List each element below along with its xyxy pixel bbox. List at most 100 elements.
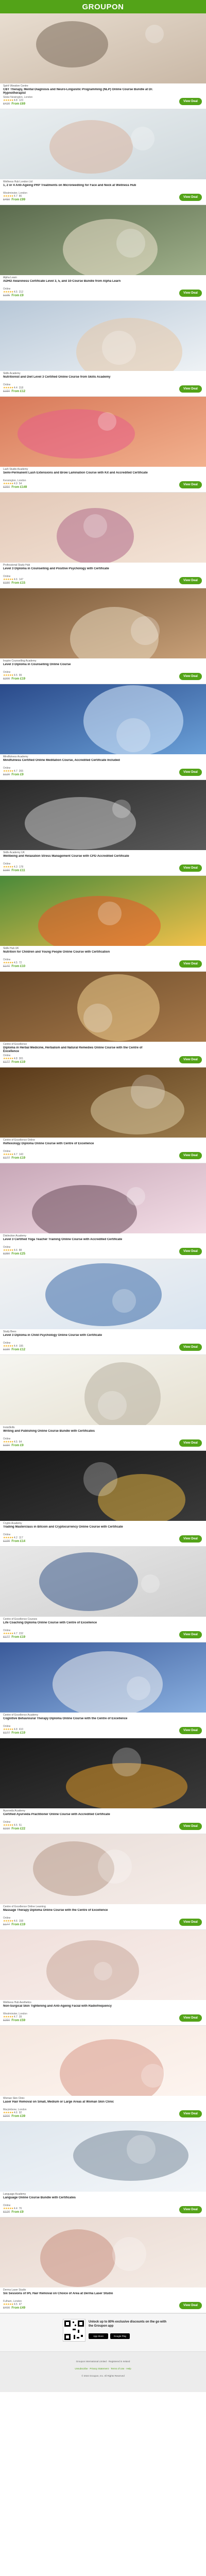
deal-card[interactable]: Wellness Hub Aesthetics Non-Surgical Skin… — [0, 1930, 206, 2026]
deal-image[interactable] — [0, 397, 206, 467]
deal-image[interactable] — [0, 684, 206, 754]
deal-card[interactable]: InstaSkills Writing and Publishing Online… — [0, 1355, 206, 1451]
deal-card[interactable]: Lash Studio Academy Semi-Permanent Lash E… — [0, 397, 206, 493]
view-deal-button[interactable]: View Deal — [179, 769, 202, 776]
deal-title[interactable]: Nutrition for Children and Young People … — [3, 951, 158, 958]
deal-title[interactable]: Semi-Permanent Lash Extensions and Brow … — [3, 471, 158, 479]
view-deal-button[interactable]: View Deal — [179, 2110, 202, 2117]
deal-image[interactable] — [0, 780, 206, 850]
google-play-badge[interactable]: Google Play — [110, 2333, 130, 2339]
deal-card[interactable]: Centre of Excellence Online Reflexology D… — [0, 1067, 206, 1163]
deal-card[interactable]: Alpha Learn ADHD Awareness Certificate Le… — [0, 205, 206, 301]
deal-card[interactable]: Language Academy Language Online Course B… — [0, 2122, 206, 2217]
view-deal-button[interactable]: View Deal — [179, 2014, 202, 2022]
view-deal-button[interactable]: View Deal — [179, 673, 202, 680]
deal-card[interactable]: Mindfulness Academy Mindfulness Certified… — [0, 684, 206, 780]
deal-image[interactable] — [0, 1930, 206, 2000]
view-deal-button[interactable]: View Deal — [179, 2206, 202, 2213]
groupon-logo[interactable]: GROUPON — [82, 3, 124, 11]
view-deal-button[interactable]: View Deal — [179, 865, 202, 872]
deal-image[interactable] — [0, 205, 206, 275]
deal-card[interactable]: Study Bees Level 3 Diploma in Child Psych… — [0, 1259, 206, 1355]
view-deal-button[interactable]: View Deal — [179, 98, 202, 105]
view-deal-button[interactable]: View Deal — [179, 1535, 202, 1543]
deal-image[interactable] — [0, 588, 206, 658]
view-deal-button[interactable]: View Deal — [179, 1727, 202, 1734]
deal-image[interactable] — [0, 1834, 206, 1904]
deal-image[interactable] — [0, 2122, 206, 2192]
deal-card[interactable]: Centre of Excellence Diploma in Herbal Me… — [0, 972, 206, 1067]
deal-card[interactable]: Distinction Academy Level 3 Certified Yog… — [0, 1163, 206, 1259]
deal-title[interactable]: 1, 2 or 4 Anti-Ageing PRP Treatments on … — [3, 184, 158, 191]
deal-image[interactable] — [0, 1067, 206, 1138]
deal-title[interactable]: Cognitive Behavioural Therapy Diploma On… — [3, 1717, 158, 1724]
view-deal-button[interactable]: View Deal — [179, 2302, 202, 2309]
view-deal-button[interactable]: View Deal — [179, 385, 202, 393]
deal-title[interactable]: Certified Ayurveda Practitioner Online C… — [3, 1813, 158, 1820]
view-deal-button[interactable]: View Deal — [179, 577, 202, 584]
deal-card[interactable]: Inspire Counselling Academy Level 3 Diplo… — [0, 588, 206, 684]
view-deal-button[interactable]: View Deal — [179, 1056, 202, 1063]
deal-image[interactable] — [0, 1451, 206, 1521]
deal-title[interactable]: ADHD Awareness Certificate Level 3, 5, a… — [3, 280, 158, 287]
deal-title[interactable]: Mindfulness Certified Online Meditation … — [3, 759, 158, 766]
view-deal-button[interactable]: View Deal — [179, 194, 202, 201]
deal-title[interactable]: Non-Surgical Skin Tightening and Anti-Ag… — [3, 2005, 158, 2012]
view-deal-button[interactable]: View Deal — [179, 1344, 202, 1351]
deal-title[interactable]: Diploma in Herbal Medicine, Herbalism an… — [3, 1046, 158, 1054]
deal-title[interactable]: Reflexology Diploma Online Course with C… — [3, 1142, 158, 1149]
deal-card[interactable]: Crypto Academy Trading Masterclass in Bit… — [0, 1451, 206, 1547]
deal-image[interactable] — [0, 1547, 206, 1617]
view-deal-button[interactable]: View Deal — [179, 1631, 202, 1638]
deal-image[interactable] — [0, 1355, 206, 1425]
view-deal-button[interactable]: View Deal — [179, 481, 202, 488]
deal-card[interactable]: Centre of Excellence Online Learning Mass… — [0, 1834, 206, 1930]
view-deal-button[interactable]: View Deal — [179, 1152, 202, 1159]
deal-card[interactable]: Wellness Hub London Ltd 1, 2 or 4 Anti-Ag… — [0, 109, 206, 205]
deal-title[interactable]: CBT Therapy, Mental Diagnosis and Neuro-… — [3, 88, 158, 95]
deal-card[interactable]: Centre of Excellence Academy Cognitive Be… — [0, 1642, 206, 1738]
view-deal-button[interactable]: View Deal — [179, 290, 202, 297]
deal-card[interactable]: Woman Skin Clinic Laser Hair Removal on S… — [0, 2026, 206, 2122]
deal-image[interactable] — [0, 1163, 206, 1233]
deal-image[interactable] — [0, 301, 206, 371]
view-deal-button[interactable]: View Deal — [179, 960, 202, 968]
deal-card[interactable]: Skills Hub UK Nutrition for Children and … — [0, 876, 206, 972]
view-deal-button[interactable]: View Deal — [179, 1919, 202, 1926]
deal-image[interactable] — [0, 1738, 206, 1808]
deal-image[interactable] — [0, 109, 206, 179]
deal-title[interactable]: Laser Hair Removal on Small, Medium or L… — [3, 2100, 158, 2108]
deal-title[interactable]: Life Coaching Diploma Online Course with… — [3, 1621, 158, 1629]
deal-title[interactable]: Writing and Publishing Online Course Bun… — [3, 1430, 158, 1437]
deal-card[interactable]: Skills Academy Nutritionist and Diet Leve… — [0, 301, 206, 397]
app-store-badge[interactable]: App Store — [89, 2333, 108, 2339]
deal-title[interactable]: Six Sessions of IPL Hair Removal on Choi… — [3, 2292, 158, 2299]
deal-title[interactable]: Level 3 Certified Yoga Teacher Training … — [3, 1238, 158, 1245]
deal-card[interactable]: Professional Study Hub Level 3 Diploma in… — [0, 493, 206, 588]
deal-title[interactable]: Trading Masterclass in Bitcoin and Crypt… — [3, 1526, 158, 1533]
deal-image[interactable] — [0, 876, 206, 946]
deal-card[interactable]: Spirit Vibration Centre CBT Therapy, Ment… — [0, 13, 206, 109]
view-deal-button[interactable]: View Deal — [179, 1248, 202, 1255]
deal-card[interactable]: Ayurveda Academy Certified Ayurveda Pract… — [0, 1738, 206, 1834]
qr-code-icon[interactable] — [63, 2319, 85, 2342]
deal-image[interactable] — [0, 493, 206, 563]
view-deal-button[interactable]: View Deal — [179, 1439, 202, 1447]
deal-title[interactable]: Level 3 Diploma in Counselling and Posit… — [3, 567, 158, 574]
deal-image[interactable] — [0, 13, 206, 83]
deal-card[interactable]: Skills Academy UK Wellbeing and Relaxatio… — [0, 780, 206, 876]
deal-image[interactable] — [0, 1642, 206, 1713]
deal-title[interactable]: Language Online Course Bundle with Certi… — [3, 2196, 158, 2204]
deal-image[interactable] — [0, 2026, 206, 2096]
view-deal-button[interactable]: View Deal — [179, 1823, 202, 1830]
deal-card[interactable]: Derma Laser Studio Six Sessions of IPL Ha… — [0, 2217, 206, 2313]
deal-card[interactable]: Centre of Excellence Courses Life Coachin… — [0, 1547, 206, 1642]
deal-title[interactable]: Massage Therapy Diploma Online Course wi… — [3, 1909, 158, 1916]
deal-title[interactable]: Level 3 Diploma in Child Psychology Onli… — [3, 1334, 158, 1341]
deal-title[interactable]: Level 3 Diploma in Counselling Online Co… — [3, 663, 158, 670]
deal-title[interactable]: Wellbeing and Relaxation Stress Manageme… — [3, 855, 158, 862]
deal-image[interactable] — [0, 2217, 206, 2287]
deal-title[interactable]: Nutritionist and Diet Level 3 Certified … — [3, 376, 158, 383]
deal-image[interactable] — [0, 1259, 206, 1329]
footer-links[interactable]: Unsubscribe · Privacy Statement · Terms … — [0, 2367, 206, 2370]
